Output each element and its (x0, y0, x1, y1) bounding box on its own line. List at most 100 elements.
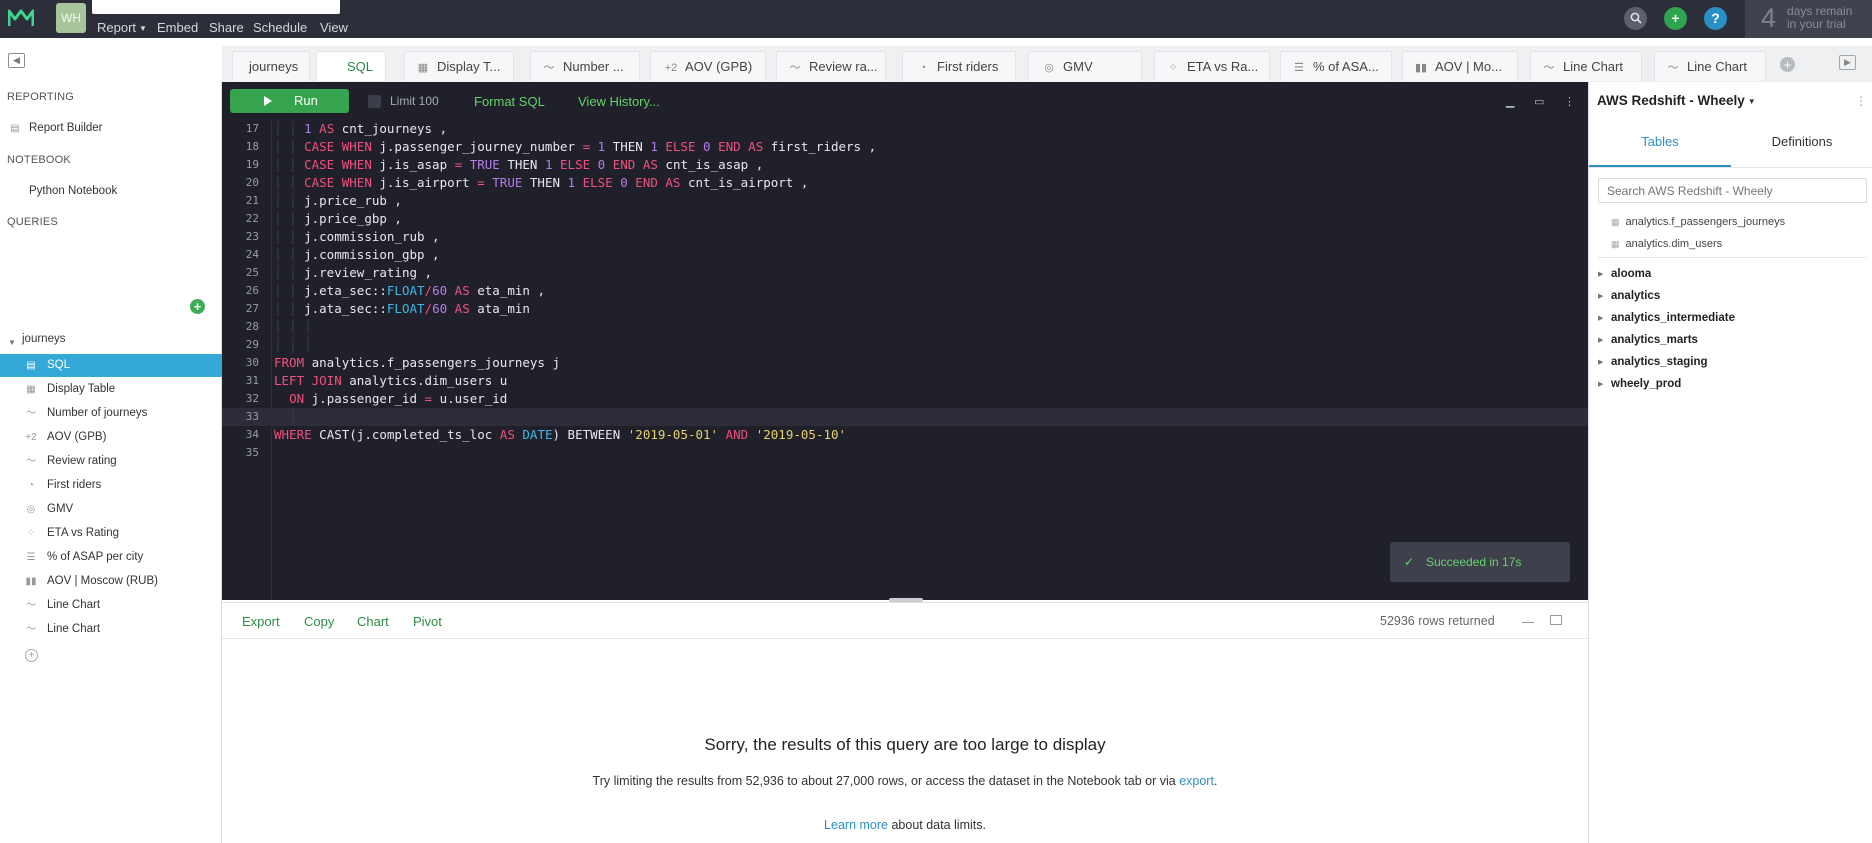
tab-label: journeys (249, 59, 299, 74)
report-menu[interactable]: Report ▼ (97, 20, 147, 35)
tab-first-riders[interactable]: ◔ First riders (902, 51, 1016, 81)
tab-definitions[interactable]: Definitions (1731, 134, 1872, 149)
add-new-button[interactable]: + (1664, 7, 1687, 30)
sql-editor[interactable]: 17 │ │ 1 AS cnt_journeys , 18 │ │ CASE WHE… (222, 120, 1588, 600)
line-number: 20 (245, 176, 259, 189)
format-sql-button[interactable]: Format SQL (474, 94, 545, 109)
tab-aov-moscow[interactable]: ▮▮ AOV | Mo... (1402, 51, 1518, 81)
table-item[interactable]: ▦ analytics.f_passengers_journeys (1611, 216, 1785, 228)
sidebar-item-number-of-journeys[interactable]: 〜 Number of journeys (0, 402, 222, 425)
schema-item-alooma[interactable]: ▶ alooma (1598, 268, 1651, 280)
tab-aov-gpb[interactable]: +2 AOV (GPB) (650, 51, 766, 81)
results-panel: Export Copy Chart Pivot 52936 rows retur… (222, 602, 1588, 843)
tab-label: % of ASA... (1313, 59, 1379, 74)
minimize-icon[interactable]: ▁ (1506, 95, 1514, 108)
results-hint: Try limiting the results from 52,936 to … (222, 774, 1588, 788)
line-number: 22 (245, 212, 259, 225)
sidebar-item-line-chart-1[interactable]: 〜 Line Chart (0, 594, 222, 617)
search-button[interactable] (1624, 7, 1647, 30)
sidebar-item-pct-asap[interactable]: ☰ % of ASAP per city (0, 546, 222, 569)
sidebar-item-aov-gpb[interactable]: +2 AOV (GPB) (0, 426, 222, 449)
tab-review-rating[interactable]: 〜 Review ra... (776, 51, 886, 81)
hint-text-end: . (1213, 774, 1218, 788)
schema-item-analytics-intermediate[interactable]: ▶ analytics_intermediate (1598, 312, 1735, 324)
run-button[interactable]: Run (230, 89, 349, 113)
sidebar-folder-journeys[interactable]: journeys (0, 328, 222, 351)
sidebar-item-eta-vs-rating[interactable]: ⁘ ETA vs Rating (0, 522, 222, 545)
sidebar-item-review-rating[interactable]: 〜 Review rating (0, 450, 222, 473)
export-button[interactable]: Export (242, 614, 280, 629)
collapse-sidebar-button[interactable]: ◀ (8, 53, 25, 68)
metabase-logo-icon[interactable] (8, 8, 34, 28)
tab-pct-asap[interactable]: ☰ % of ASA... (1280, 51, 1392, 81)
code-line: 18 │ │ CASE WHEN j.passenger_journey_numb… (222, 138, 1588, 156)
embed-menu[interactable]: Embed (157, 20, 198, 35)
sidebar-item-line-chart-2[interactable]: 〜 Line Chart (0, 618, 222, 641)
tab-sql[interactable]: SQL (316, 51, 386, 81)
tab-label: Review ra... (809, 59, 878, 74)
schema-item-analytics[interactable]: ▶ analytics (1598, 290, 1660, 302)
schema-item-analytics-marts[interactable]: ▶ analytics_marts (1598, 334, 1698, 346)
plus-icon: + (193, 299, 202, 314)
minimize-icon[interactable] (1522, 615, 1534, 623)
sidebar-item-sql[interactable]: ▤ SQL (0, 354, 222, 377)
schema-name: wheely_prod (1611, 378, 1682, 390)
export-link[interactable]: export (1179, 774, 1214, 788)
add-tab-button[interactable]: + (1780, 57, 1795, 72)
maximize-icon[interactable] (1550, 615, 1562, 625)
sidebar-item-gmv[interactable]: ◎ GMV (0, 498, 222, 521)
schema-search-input[interactable] (1598, 178, 1867, 203)
tab-label: Line Chart (1687, 59, 1747, 74)
chart-button[interactable]: Chart (357, 614, 389, 629)
add-chart-button[interactable]: + (25, 649, 38, 662)
help-button[interactable]: ? (1704, 7, 1727, 30)
tab-line-chart-1[interactable]: 〜 Line Chart (1530, 51, 1642, 81)
collapse-schema-button[interactable]: ▶ (1839, 55, 1856, 70)
tab-display-table[interactable]: ▦ Display T... (404, 51, 514, 81)
sidebar-item-display-table[interactable]: ▦ Display Table (0, 378, 222, 401)
pivot-button[interactable]: Pivot (413, 614, 442, 629)
pie-icon: ◔ (27, 480, 35, 491)
tab-journeys[interactable]: journeys (232, 51, 310, 81)
table-icon: ▦ (417, 62, 429, 74)
pie-icon: ◔ (919, 62, 927, 74)
line-number: 35 (245, 446, 259, 459)
sidebar-item-report-builder[interactable]: ▤ Report Builder (0, 117, 222, 140)
view-history-button[interactable]: View History... (578, 94, 660, 109)
avatar[interactable]: WH (56, 3, 86, 33)
learn-more-link[interactable]: Learn more (824, 818, 888, 832)
more-options-icon[interactable]: ⋮ (1855, 94, 1867, 108)
tab-gmv[interactable]: ◎ GMV (1028, 51, 1142, 81)
limit-100-checkbox[interactable] (368, 95, 381, 108)
code-text: FROM analytics.f_passengers_journeys j (274, 355, 560, 370)
list-icon: ☰ (26, 552, 36, 563)
limit-100-label[interactable]: Limit 100 (390, 94, 439, 108)
schema-item-analytics-staging[interactable]: ▶ analytics_staging (1598, 356, 1708, 368)
schema-name: analytics_intermediate (1611, 312, 1736, 324)
add-query-button[interactable]: + (190, 299, 205, 314)
line-number: 25 (245, 266, 259, 279)
report-name-field[interactable] (92, 0, 340, 14)
sql-icon: ▤ (26, 360, 36, 371)
code-text: WHERE CAST(j.completed_ts_loc AS DATE) B… (274, 427, 847, 442)
tab-line-chart-2[interactable]: 〜 Line Chart (1654, 51, 1766, 81)
more-options-icon[interactable]: ⋮ (1564, 95, 1575, 108)
table-item[interactable]: ▦ analytics.dim_users (1611, 238, 1722, 250)
tab-number-of-journeys[interactable]: 〜 Number ... (530, 51, 640, 81)
database-selector[interactable]: AWS Redshift - Wheely ▼ (1597, 93, 1756, 108)
maximize-icon[interactable]: ▭ (1534, 95, 1544, 108)
schedule-menu[interactable]: Schedule (253, 20, 307, 35)
sidebar-item-aov-moscow[interactable]: ▮▮ AOV | Moscow (RUB) (0, 570, 222, 593)
tab-eta-vs-rating[interactable]: ⁘ ETA vs Ra... (1154, 51, 1270, 81)
schema-item-wheely-prod[interactable]: ▶ wheely_prod (1598, 378, 1681, 390)
trial-banner[interactable]: 4 days remain in your trial (1745, 0, 1872, 38)
view-menu[interactable]: View (320, 20, 348, 35)
line-number: 27 (245, 302, 259, 315)
line-chart-icon: 〜 (26, 408, 36, 419)
sidebar-item-python-notebook[interactable]: Python Notebook (0, 180, 222, 203)
share-menu[interactable]: Share (209, 20, 244, 35)
sidebar-item-label: % of ASAP per city (47, 551, 144, 563)
sidebar-item-first-riders[interactable]: ◔ First riders (0, 474, 222, 497)
copy-button[interactable]: Copy (304, 614, 334, 629)
tab-tables[interactable]: Tables (1589, 134, 1731, 149)
